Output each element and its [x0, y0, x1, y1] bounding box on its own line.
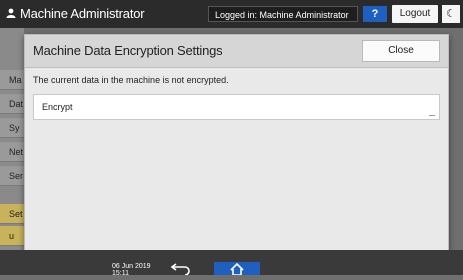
- background-item: Set: [0, 204, 24, 224]
- help-button[interactable]: ?: [363, 6, 387, 22]
- encrypt-label: Encrypt: [42, 102, 73, 112]
- app-title: Machine Administrator: [20, 6, 145, 21]
- dialog-header: Machine Data Encryption Settings Close: [25, 35, 448, 68]
- background-item: Net: [0, 142, 24, 162]
- encryption-settings-dialog: Machine Data Encryption Settings Close T…: [24, 34, 449, 252]
- time-text: 15:11: [112, 270, 129, 277]
- encrypt-button[interactable]: Encrypt: [33, 94, 440, 120]
- dialog-title: Machine Data Encryption Settings: [33, 43, 223, 58]
- top-bar: Machine Administrator Logged in: Machine…: [0, 0, 463, 28]
- encryption-status-text: The current data in the machine is not e…: [33, 75, 229, 85]
- back-arrow-icon[interactable]: [170, 262, 194, 275]
- background-item: Sy: [0, 118, 24, 138]
- home-button[interactable]: [214, 262, 260, 276]
- home-icon: [230, 262, 244, 276]
- moon-icon[interactable]: ☾: [442, 5, 460, 23]
- date-text: 06 Jun 2019: [112, 263, 151, 270]
- user-icon: [6, 8, 16, 18]
- login-status: Logged in: Machine Administrator: [208, 6, 358, 22]
- background-item: Ma: [0, 70, 24, 90]
- background-item: u: [0, 226, 24, 246]
- close-button[interactable]: Close: [362, 40, 440, 62]
- background-item: Dat: [0, 94, 24, 114]
- background-item: Ser: [0, 166, 24, 186]
- logout-button[interactable]: Logout: [392, 5, 438, 23]
- corner-indicator-icon: [429, 113, 435, 116]
